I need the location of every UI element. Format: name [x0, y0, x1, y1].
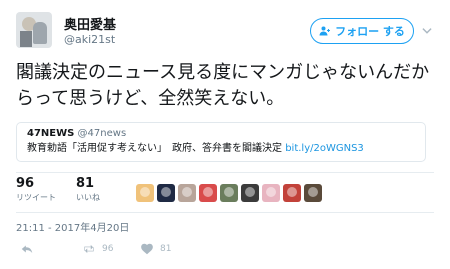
like-label: いいね	[76, 193, 100, 202]
author-handle[interactable]: @aki21st	[64, 33, 115, 46]
tweet-text: 閣議決定のニュース見る度にマンガじゃないんだからって思うけど、全然笑えない。	[16, 62, 430, 109]
quoted-author-handle: @47news	[77, 128, 127, 139]
retweet-action-count: 96	[102, 244, 114, 254]
retweet-stat[interactable]: 96 リツイート	[16, 176, 56, 204]
retweet-label: リツイート	[16, 193, 56, 202]
like-button[interactable]: 81	[140, 242, 171, 256]
quoted-text-body: 教育勅語「活用促す考えない」 政府、答弁書を閣議決定	[27, 143, 282, 154]
liker-avatar-4[interactable]	[199, 184, 217, 202]
liker-avatar-6[interactable]	[241, 184, 259, 202]
author-display-name[interactable]: 奥田愛基	[64, 14, 116, 33]
tweet-header: 奥田愛基 @aki21st フォロー する	[16, 12, 436, 52]
retweet-button[interactable]: 96	[82, 242, 113, 256]
liker-avatars	[136, 184, 322, 202]
retweet-icon	[84, 244, 94, 254]
avatar-figure-2	[33, 22, 47, 44]
like-action-count: 81	[160, 244, 172, 254]
like-stat[interactable]: 81 いいね	[76, 176, 100, 204]
liker-avatar-3[interactable]	[178, 184, 196, 202]
author-avatar[interactable]	[16, 12, 52, 48]
liker-avatar-8[interactable]	[283, 184, 301, 202]
chevron-down-icon[interactable]	[420, 24, 434, 38]
like-count: 81	[76, 176, 95, 191]
follow-button-label: フォロー する	[335, 25, 405, 38]
tweet-timestamp[interactable]: 21:11 - 2017年4月20日	[16, 219, 129, 234]
avatar-figure-3	[20, 31, 32, 47]
person-add-icon	[319, 26, 331, 36]
liker-avatar-1[interactable]	[136, 184, 154, 202]
liker-avatar-7[interactable]	[262, 184, 280, 202]
liker-avatar-2[interactable]	[157, 184, 175, 202]
quoted-link[interactable]: bit.ly/2oWGNS3	[285, 143, 364, 154]
heart-icon	[141, 243, 153, 255]
reply-button[interactable]	[20, 242, 34, 256]
quoted-tweet-header: 47NEWS @47news	[27, 127, 415, 141]
retweet-count: 96	[16, 176, 35, 191]
quoted-tweet-text: 教育勅語「活用促す考えない」 政府、答弁書を閣議決定 bit.ly/2oWGNS…	[27, 141, 415, 157]
divider	[16, 212, 434, 213]
follow-button[interactable]: フォロー する	[310, 18, 414, 44]
quoted-author-name: 47NEWS	[27, 128, 75, 139]
liker-avatar-9[interactable]	[304, 184, 322, 202]
tweet-actions: 96 81	[16, 242, 316, 260]
liker-avatar-5[interactable]	[220, 184, 238, 202]
reply-icon	[21, 245, 33, 254]
divider	[16, 172, 434, 173]
quoted-tweet-card[interactable]: 47NEWS @47news 教育勅語「活用促す考えない」 政府、答弁書を閣議決…	[16, 122, 426, 162]
